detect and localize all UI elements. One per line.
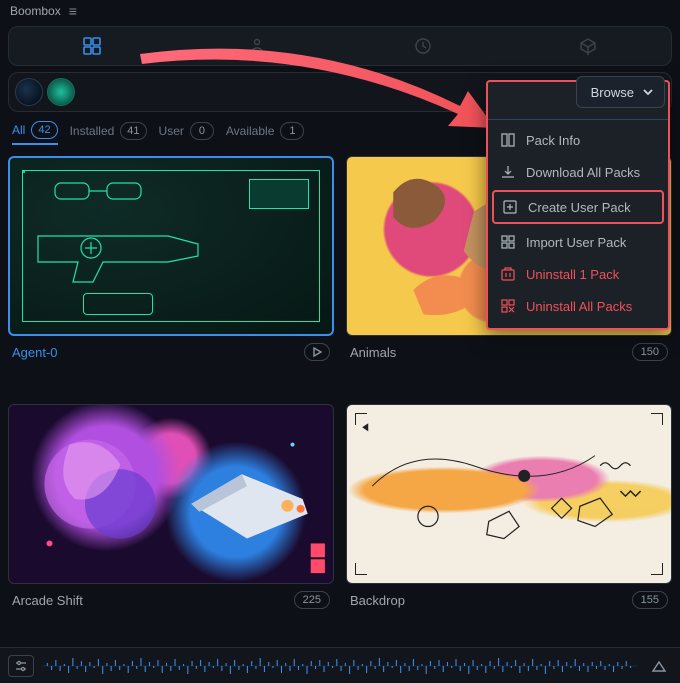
brand-icon-2[interactable]	[47, 78, 75, 106]
chevron-up-icon	[651, 659, 667, 673]
menu-icon[interactable]: ≡	[69, 3, 77, 19]
browse-button[interactable]: Browse	[576, 76, 665, 108]
menu-pack-info[interactable]: Pack Info	[488, 124, 668, 156]
download-icon	[500, 164, 516, 180]
pack-count: 225	[294, 591, 330, 609]
create-pack-icon	[502, 199, 518, 215]
bottom-bar	[0, 647, 680, 683]
top-nav	[8, 26, 672, 66]
pack-thumb-arcade	[8, 404, 334, 584]
menu-create-user-pack[interactable]: Create User Pack	[492, 190, 664, 224]
waveform[interactable]	[42, 655, 638, 677]
play-button[interactable]	[304, 343, 330, 361]
filter-installed[interactable]: Installed 41	[70, 122, 147, 144]
filter-all-count: 42	[31, 121, 57, 139]
pack-title: Backdrop	[350, 593, 632, 608]
pack-card-backdrop[interactable]: Backdrop 155	[346, 404, 672, 642]
package-icon[interactable]	[579, 37, 597, 55]
pack-title: Arcade Shift	[12, 593, 294, 608]
person-icon[interactable]	[248, 37, 266, 55]
sliders-icon	[14, 659, 28, 673]
pack-thumb-backdrop	[346, 404, 672, 584]
titlebar: Boombox ≡	[0, 0, 680, 22]
menu-uninstall-one[interactable]: Uninstall 1 Pack	[488, 258, 668, 290]
filter-available[interactable]: Available 1	[226, 122, 304, 144]
filter-user-label: User	[159, 124, 184, 138]
pack-count: 155	[632, 591, 668, 609]
chevron-down-icon	[642, 86, 654, 98]
expand-button[interactable]	[646, 655, 672, 677]
uninstall-icon	[500, 266, 516, 282]
pack-thumb-agent0	[8, 156, 334, 336]
filter-available-count: 1	[280, 122, 304, 140]
grid-view-icon[interactable]	[83, 37, 101, 55]
app-title: Boombox	[10, 4, 61, 18]
pack-card-arcade[interactable]: Arcade Shift 225	[8, 404, 334, 642]
filter-user-count: 0	[190, 122, 214, 140]
filter-installed-count: 41	[120, 122, 146, 140]
filter-all-label: All	[12, 123, 25, 137]
uninstall-all-icon	[500, 298, 516, 314]
filter-user[interactable]: User 0	[159, 122, 214, 144]
filter-available-label: Available	[226, 124, 274, 138]
pack-card-agent0[interactable]: Agent-0	[8, 156, 334, 394]
book-icon	[500, 132, 516, 148]
settings-button[interactable]	[8, 655, 34, 677]
menu-download-all[interactable]: Download All Packs	[488, 156, 668, 188]
browse-label: Browse	[591, 85, 634, 100]
browse-dropdown: Pack Info Download All Packs Create User…	[486, 80, 670, 330]
pack-count: 150	[632, 343, 668, 361]
brand-icon-1[interactable]	[15, 78, 43, 106]
pack-title: Animals	[350, 345, 632, 360]
filter-all[interactable]: All 42	[12, 121, 58, 145]
import-icon	[500, 234, 516, 250]
menu-uninstall-all[interactable]: Uninstall All Packs	[488, 290, 668, 322]
filter-installed-label: Installed	[70, 124, 115, 138]
menu-import-user-pack[interactable]: Import User Pack	[488, 226, 668, 258]
clock-icon[interactable]	[414, 37, 432, 55]
pack-title: Agent-0	[12, 345, 304, 360]
